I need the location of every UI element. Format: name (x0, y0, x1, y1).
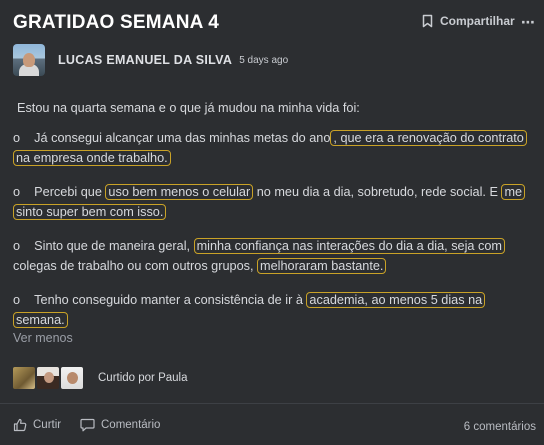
list-item: o Já consegui alcançar uma das minhas me… (13, 128, 533, 168)
bullet: o (13, 185, 21, 199)
post-footer: Curtir Comentário 6 comentários (0, 418, 544, 438)
list-item: o Percebi que uso bem menos o celular no… (13, 182, 533, 222)
see-less-link[interactable]: Ver menos (13, 331, 73, 345)
bullet: o (13, 239, 21, 253)
item-text: colegas de trabalho ou com outros grupos… (13, 259, 258, 273)
list-item: o Tenho conseguido manter a consistência… (13, 290, 533, 330)
likers-row[interactable]: Curtido por Paula (12, 366, 188, 390)
more-icon[interactable]: ⋯ (521, 14, 535, 31)
author-row: LUCAS EMANUEL DA SILVA 5 days ago (13, 44, 288, 76)
highlighted-text: minha confiança nas interações do dia a … (193, 238, 505, 254)
share-label: Compartilhar (440, 14, 515, 28)
highlighted-text: melhoraram bastante. (257, 258, 387, 274)
liker-avatar[interactable] (60, 366, 84, 390)
like-button[interactable]: Curtir (13, 418, 61, 432)
avatar[interactable] (13, 44, 45, 76)
item-text: no meu dia a dia, sobretudo, rede social… (253, 185, 502, 199)
comment-label: Comentário (101, 419, 161, 431)
post-card: GRATIDAO SEMANA 4 Compartilhar ⋯ LUCAS E… (0, 0, 544, 445)
post-title: GRATIDAO SEMANA 4 (13, 12, 220, 33)
liked-by-text[interactable]: Curtido por Paula (98, 372, 188, 384)
share-button[interactable]: Compartilhar (422, 14, 515, 28)
bullet: o (13, 131, 21, 145)
thumbs-up-icon (13, 418, 27, 432)
post-intro: Estou na quarta semana e o que já mudou … (17, 101, 360, 115)
like-label: Curtir (33, 419, 62, 431)
author-name[interactable]: LUCAS EMANUEL DA SILVA (58, 53, 232, 67)
bookmark-icon (422, 14, 433, 28)
comments-count[interactable]: 6 comentários (464, 421, 536, 433)
divider (0, 403, 544, 404)
highlighted-text: uso bem menos o celular (105, 184, 254, 200)
liker-avatar[interactable] (36, 366, 60, 390)
comment-button[interactable]: Comentário (80, 418, 160, 432)
list-item: o Sinto que de maneira geral, minha conf… (13, 236, 533, 276)
post-timestamp: 5 days ago (239, 54, 289, 66)
bullet: o (13, 293, 21, 307)
item-text: Já consegui alcançar uma das minhas meta… (34, 131, 331, 145)
item-text: Sinto que de maneira geral, (34, 239, 194, 253)
item-text: Percebi que (34, 185, 106, 199)
liker-avatar[interactable] (12, 366, 36, 390)
item-text: Tenho conseguido manter a consistência d… (34, 293, 307, 307)
comment-icon (80, 418, 95, 432)
